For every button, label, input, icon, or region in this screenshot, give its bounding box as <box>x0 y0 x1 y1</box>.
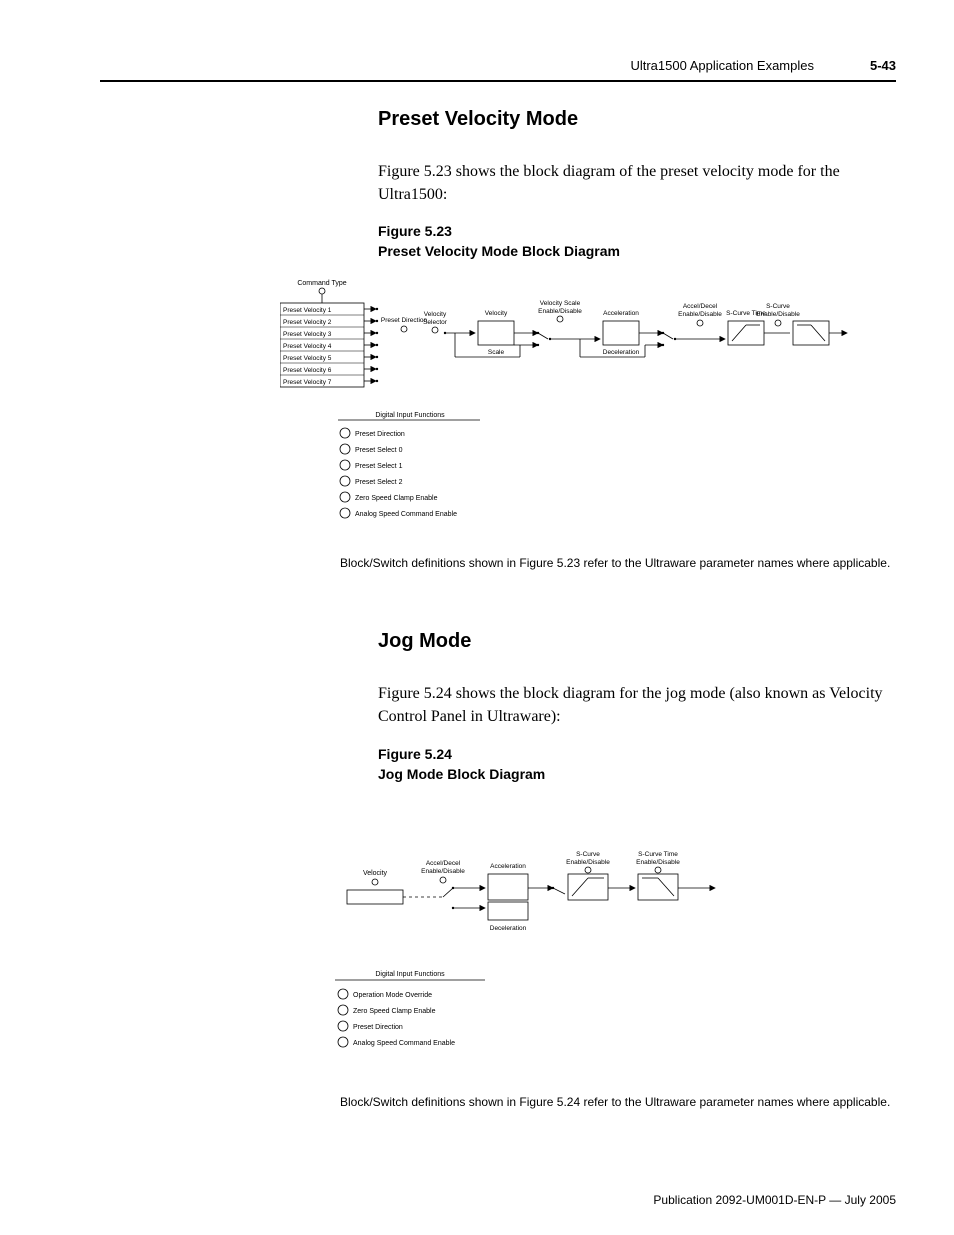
figure-number: Figure 5.24 <box>378 745 896 765</box>
figure-title: Preset Velocity Mode Block Diagram <box>378 242 896 262</box>
body-jog: Figure 5.24 shows the block diagram for … <box>378 682 896 728</box>
terminal-icon <box>319 288 325 294</box>
label-slimit: S-Curve Time <box>638 851 678 858</box>
label-digital-inputs: Digital Input Functions <box>375 412 445 419</box>
svg-text:S-Curve: S-Curve <box>576 851 600 858</box>
label-decel: Deceleration <box>603 349 640 356</box>
list-item: Preset Direction <box>355 431 405 438</box>
section-preset-velocity: Preset Velocity Mode <box>378 108 896 131</box>
svg-text:Enable/Disable: Enable/Disable <box>756 311 800 318</box>
header-rule <box>100 80 896 82</box>
svg-text:Velocity: Velocity <box>424 311 447 318</box>
body-text: Figure 5.23 shows the block diagram of t… <box>378 160 896 206</box>
preset-row: Preset Velocity 1 <box>283 307 332 314</box>
svg-text:Enable/Disable: Enable/Disable <box>538 308 582 315</box>
svg-text:Enable/Disable: Enable/Disable <box>566 859 610 866</box>
list-item: Operation Mode Override <box>353 992 432 999</box>
list-item: Preset Select 1 <box>355 463 403 470</box>
figure-caption-524: Figure 5.24 Jog Mode Block Diagram <box>378 745 896 784</box>
header-title: Ultra1500 Application Examples <box>630 58 814 73</box>
svg-text:Enable/Disable: Enable/Disable <box>636 859 680 866</box>
footer-publication: Publication 2092-UM001D-EN-P — July 2005 <box>653 1193 896 1207</box>
svg-text:Enable/Disable: Enable/Disable <box>678 311 722 318</box>
svg-text:Velocity Scale: Velocity Scale <box>540 300 581 307</box>
preset-row: Preset Velocity 6 <box>283 367 332 374</box>
block-decel <box>488 902 528 920</box>
digital-input-list: Preset Direction Preset Select 0 Preset … <box>340 428 457 518</box>
svg-text:S-Curve: S-Curve <box>766 303 790 310</box>
figure-caption-523: Figure 5.23 Preset Velocity Mode Block D… <box>378 222 896 261</box>
svg-text:Enable/Disable: Enable/Disable <box>421 868 465 875</box>
svg-text:Accel/Decel: Accel/Decel <box>426 860 461 867</box>
preset-row: Preset Velocity 4 <box>283 343 332 350</box>
body-text: Figure 5.24 shows the block diagram for … <box>378 682 896 728</box>
body-preset-velocity: Figure 5.23 shows the block diagram of t… <box>378 160 896 206</box>
list-item: Zero Speed Clamp Enable <box>355 495 438 502</box>
preset-row: Preset Velocity 7 <box>283 379 332 386</box>
digital-input-list: Operation Mode Override Zero Speed Clamp… <box>338 989 455 1047</box>
label-preset-dir: Preset Direction <box>381 317 428 324</box>
list-item: Preset Direction <box>353 1024 403 1031</box>
block-accel <box>603 321 639 345</box>
svg-text:Selector: Selector <box>423 319 448 326</box>
figure-title: Jog Mode Block Diagram <box>378 765 896 785</box>
label-digital-inputs: Digital Input Functions <box>375 971 445 978</box>
svg-text:Scale: Scale <box>488 349 505 356</box>
note-523: Block/Switch definitions shown in Figure… <box>340 556 896 570</box>
preset-row: Preset Velocity 3 <box>283 331 332 338</box>
section-jog: Jog Mode <box>378 630 896 653</box>
figure-number: Figure 5.23 <box>378 222 896 242</box>
list-item: Analog Speed Command Enable <box>355 511 457 518</box>
block-accel <box>488 874 528 900</box>
preset-table: Preset Velocity 1 Preset Velocity 2 Pres… <box>280 303 364 387</box>
preset-row: Preset Velocity 2 <box>283 319 332 326</box>
block-diagram-523: Command Type Preset Velocity 1 Preset Ve… <box>280 275 850 535</box>
label-decel: Deceleration <box>490 925 527 932</box>
label-accel: Acceleration <box>490 863 526 870</box>
label-accel: Acceleration <box>603 310 639 317</box>
note-524: Block/Switch definitions shown in Figure… <box>340 1095 896 1109</box>
block-diagram-524: Velocity Accel/Decel Enable/Disable Acce… <box>335 820 755 1070</box>
svg-text:Accel/Decel: Accel/Decel <box>683 303 718 310</box>
running-header: Ultra1500 Application Examples 5-43 <box>100 58 896 78</box>
list-item: Analog Speed Command Enable <box>353 1040 455 1047</box>
block-velocity-scale <box>478 321 514 345</box>
block-velocity <box>347 890 403 904</box>
list-item: Preset Select 2 <box>355 479 403 486</box>
heading-jog: Jog Mode <box>378 630 896 653</box>
list-item: Zero Speed Clamp Enable <box>353 1008 436 1015</box>
header-page-number: 5-43 <box>870 58 896 73</box>
preset-row: Preset Velocity 5 <box>283 355 332 362</box>
label-velocity: Velocity <box>363 870 388 877</box>
heading-preset-velocity: Preset Velocity Mode <box>378 108 896 131</box>
page: Ultra1500 Application Examples 5-43 Pres… <box>0 0 954 1235</box>
list-item: Preset Select 0 <box>355 447 403 454</box>
label-command-type: Command Type <box>297 280 346 287</box>
svg-text:Velocity: Velocity <box>485 310 508 317</box>
